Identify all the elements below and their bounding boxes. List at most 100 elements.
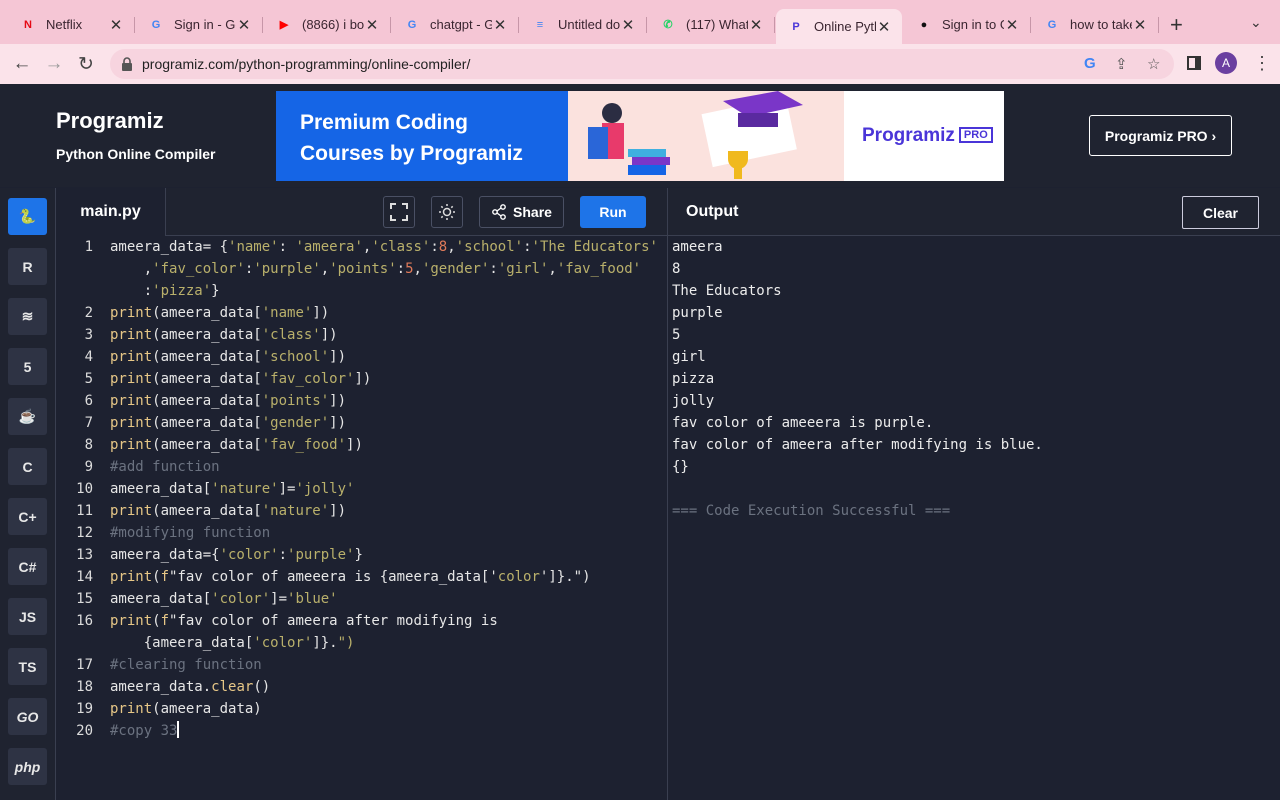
code-text: print(ameera_data['school']): [110, 349, 347, 365]
output-line: 8: [672, 261, 681, 277]
line-number: 2: [84, 305, 93, 321]
browser-menu-icon[interactable]: ⋮: [1253, 53, 1271, 74]
language-ts-icon[interactable]: TS: [8, 648, 47, 685]
tab-search-chevron-icon[interactable]: ⌄: [1250, 14, 1262, 31]
address-bar[interactable]: programiz.com/python-programming/online-…: [110, 49, 1174, 79]
code-text: ameera_data['color']='blue': [110, 591, 338, 607]
banner-logo-text: Programiz: [862, 125, 955, 146]
lock-icon: [122, 57, 132, 71]
language-sql-icon[interactable]: ≋: [8, 298, 47, 335]
code-text: print(f"fav color of ameeera is {ameera_…: [110, 569, 591, 585]
browser-tab[interactable]: ≡ Untitled do ✕: [520, 9, 647, 40]
output-line: girl: [672, 349, 706, 365]
language-php-icon[interactable]: php: [8, 748, 47, 785]
output-line: purple: [672, 305, 723, 321]
line-number: 7: [84, 415, 93, 431]
programiz-pro-button[interactable]: Programiz PRO ›: [1089, 115, 1232, 156]
browser-tab[interactable]: Gchatgpt - Google✕: [392, 9, 519, 40]
close-tab-icon[interactable]: ✕: [620, 16, 636, 34]
language-sidebar: 🐍 R ≋ 5 ☕ C C+ C# JS TS GO php: [0, 188, 56, 800]
share-page-icon[interactable]: ⇪: [1115, 55, 1128, 73]
language-r-icon[interactable]: R: [8, 248, 47, 285]
line-number: 17: [76, 657, 93, 673]
code-text: #add function: [110, 459, 220, 475]
bookmark-star-icon[interactable]: ☆: [1147, 55, 1160, 73]
language-go-icon[interactable]: GO: [8, 698, 47, 735]
forward-arrow-icon[interactable]: →: [42, 52, 66, 76]
close-tab-icon[interactable]: ✕: [364, 16, 380, 34]
code-text: #modifying function: [110, 525, 271, 541]
banner-illustration: [568, 91, 844, 181]
google-lens-icon[interactable]: G: [1084, 55, 1096, 72]
browser-tab[interactable]: N Netflix ✕: [8, 9, 135, 40]
code-text: print(ameera_data['fav_food']): [110, 437, 363, 453]
code-text: ameera_data.clear(): [110, 679, 271, 695]
browser-tab[interactable]: G Sign in - Google✕: [136, 9, 263, 40]
back-arrow-icon[interactable]: ←: [10, 52, 34, 76]
code-text: {ameera_data['color']}."): [110, 635, 355, 651]
code-text: print(ameera_data['fav_color']): [110, 371, 372, 387]
whatsapp-icon: ✆: [663, 19, 673, 31]
side-panel-icon[interactable]: [1187, 56, 1201, 70]
output-line: fav color of ameeera is purple.: [672, 415, 934, 431]
theme-toggle-sun-icon[interactable]: [431, 196, 463, 228]
profile-avatar[interactable]: A: [1215, 52, 1237, 74]
share-button[interactable]: Share: [479, 196, 564, 228]
close-tab-icon[interactable]: ✕: [492, 16, 508, 34]
new-tab-button[interactable]: +: [1170, 12, 1183, 38]
language-html-icon[interactable]: 5: [8, 348, 47, 385]
banner-title-line1: Premium Coding: [300, 111, 469, 134]
line-number: 3: [84, 327, 93, 343]
programiz-logo[interactable]: Programiz: [56, 108, 164, 134]
language-java-icon[interactable]: ☕: [8, 398, 47, 435]
output-line: The Educators: [672, 283, 782, 299]
browser-tab-title: Sign in to G: [942, 17, 1004, 32]
line-number: 14: [76, 569, 93, 585]
compiler-subtitle: Python Online Compiler: [56, 146, 216, 162]
site-header: Programiz Python Online Compiler Premium…: [0, 84, 1280, 187]
close-tab-icon[interactable]: ✕: [1004, 16, 1020, 34]
file-tab-main-py[interactable]: main.py: [56, 188, 166, 236]
line-number: 5: [84, 371, 93, 387]
browser-tab-title: (117) Whats: [686, 17, 748, 32]
close-tab-icon[interactable]: ✕: [1132, 16, 1148, 34]
code-text: ameera_data['nature']='jolly': [110, 481, 355, 497]
line-number: 8: [84, 437, 93, 453]
browser-tab[interactable]: ● Sign in to G ✕: [904, 9, 1031, 40]
browser-tab-title: (8866) i bo: [302, 17, 364, 32]
output-title: Output: [686, 203, 739, 220]
google-icon: G: [407, 18, 417, 31]
clear-button[interactable]: Clear: [1182, 196, 1259, 229]
close-tab-icon[interactable]: ✕: [748, 16, 764, 34]
line-number: 11: [76, 503, 93, 519]
google-icon: G: [151, 18, 161, 31]
youtube-icon: ▶: [279, 19, 289, 31]
browser-tab[interactable]: ✆ (117) Whats✕: [648, 9, 775, 40]
language-c-icon[interactable]: C: [8, 448, 47, 485]
code-text: #copy 33: [110, 721, 180, 739]
browser-tab[interactable]: ▶ (8866) i bo ✕: [264, 9, 391, 40]
code-editor[interactable]: 1 ameera_data= {'name': 'ameera','class':…: [56, 236, 667, 800]
language-cpp-icon[interactable]: C+: [8, 498, 47, 535]
browser-tab-title: how to take: [1070, 17, 1132, 32]
language-python-icon[interactable]: 🐍: [8, 198, 47, 235]
language-csharp-icon[interactable]: C#: [8, 548, 47, 585]
browser-tab[interactable]: P Online Pyth ✕: [776, 9, 902, 44]
code-text: print(ameera_data['class']): [110, 327, 338, 343]
execution-status: === Code Execution Successful ===: [672, 503, 951, 519]
promo-banner[interactable]: Premium Coding Courses by Programiz Prog…: [276, 91, 1004, 181]
run-button[interactable]: Run: [580, 196, 646, 228]
google-icon: G: [1047, 18, 1057, 31]
line-number: 19: [76, 701, 93, 717]
close-tab-icon[interactable]: ✕: [236, 16, 252, 34]
reload-icon[interactable]: ↻: [74, 52, 98, 76]
language-js-icon[interactable]: JS: [8, 598, 47, 635]
browser-tab-title: Netflix: [46, 17, 83, 32]
close-tab-icon[interactable]: ✕: [108, 16, 124, 34]
output-line: {}: [672, 459, 689, 475]
close-tab-icon[interactable]: ✕: [876, 18, 892, 36]
browser-tab[interactable]: Ghow to take ✕: [1032, 9, 1159, 40]
line-number: 18: [76, 679, 93, 695]
code-text: print(ameera_data['nature']): [110, 503, 347, 519]
fullscreen-icon[interactable]: [383, 196, 415, 228]
